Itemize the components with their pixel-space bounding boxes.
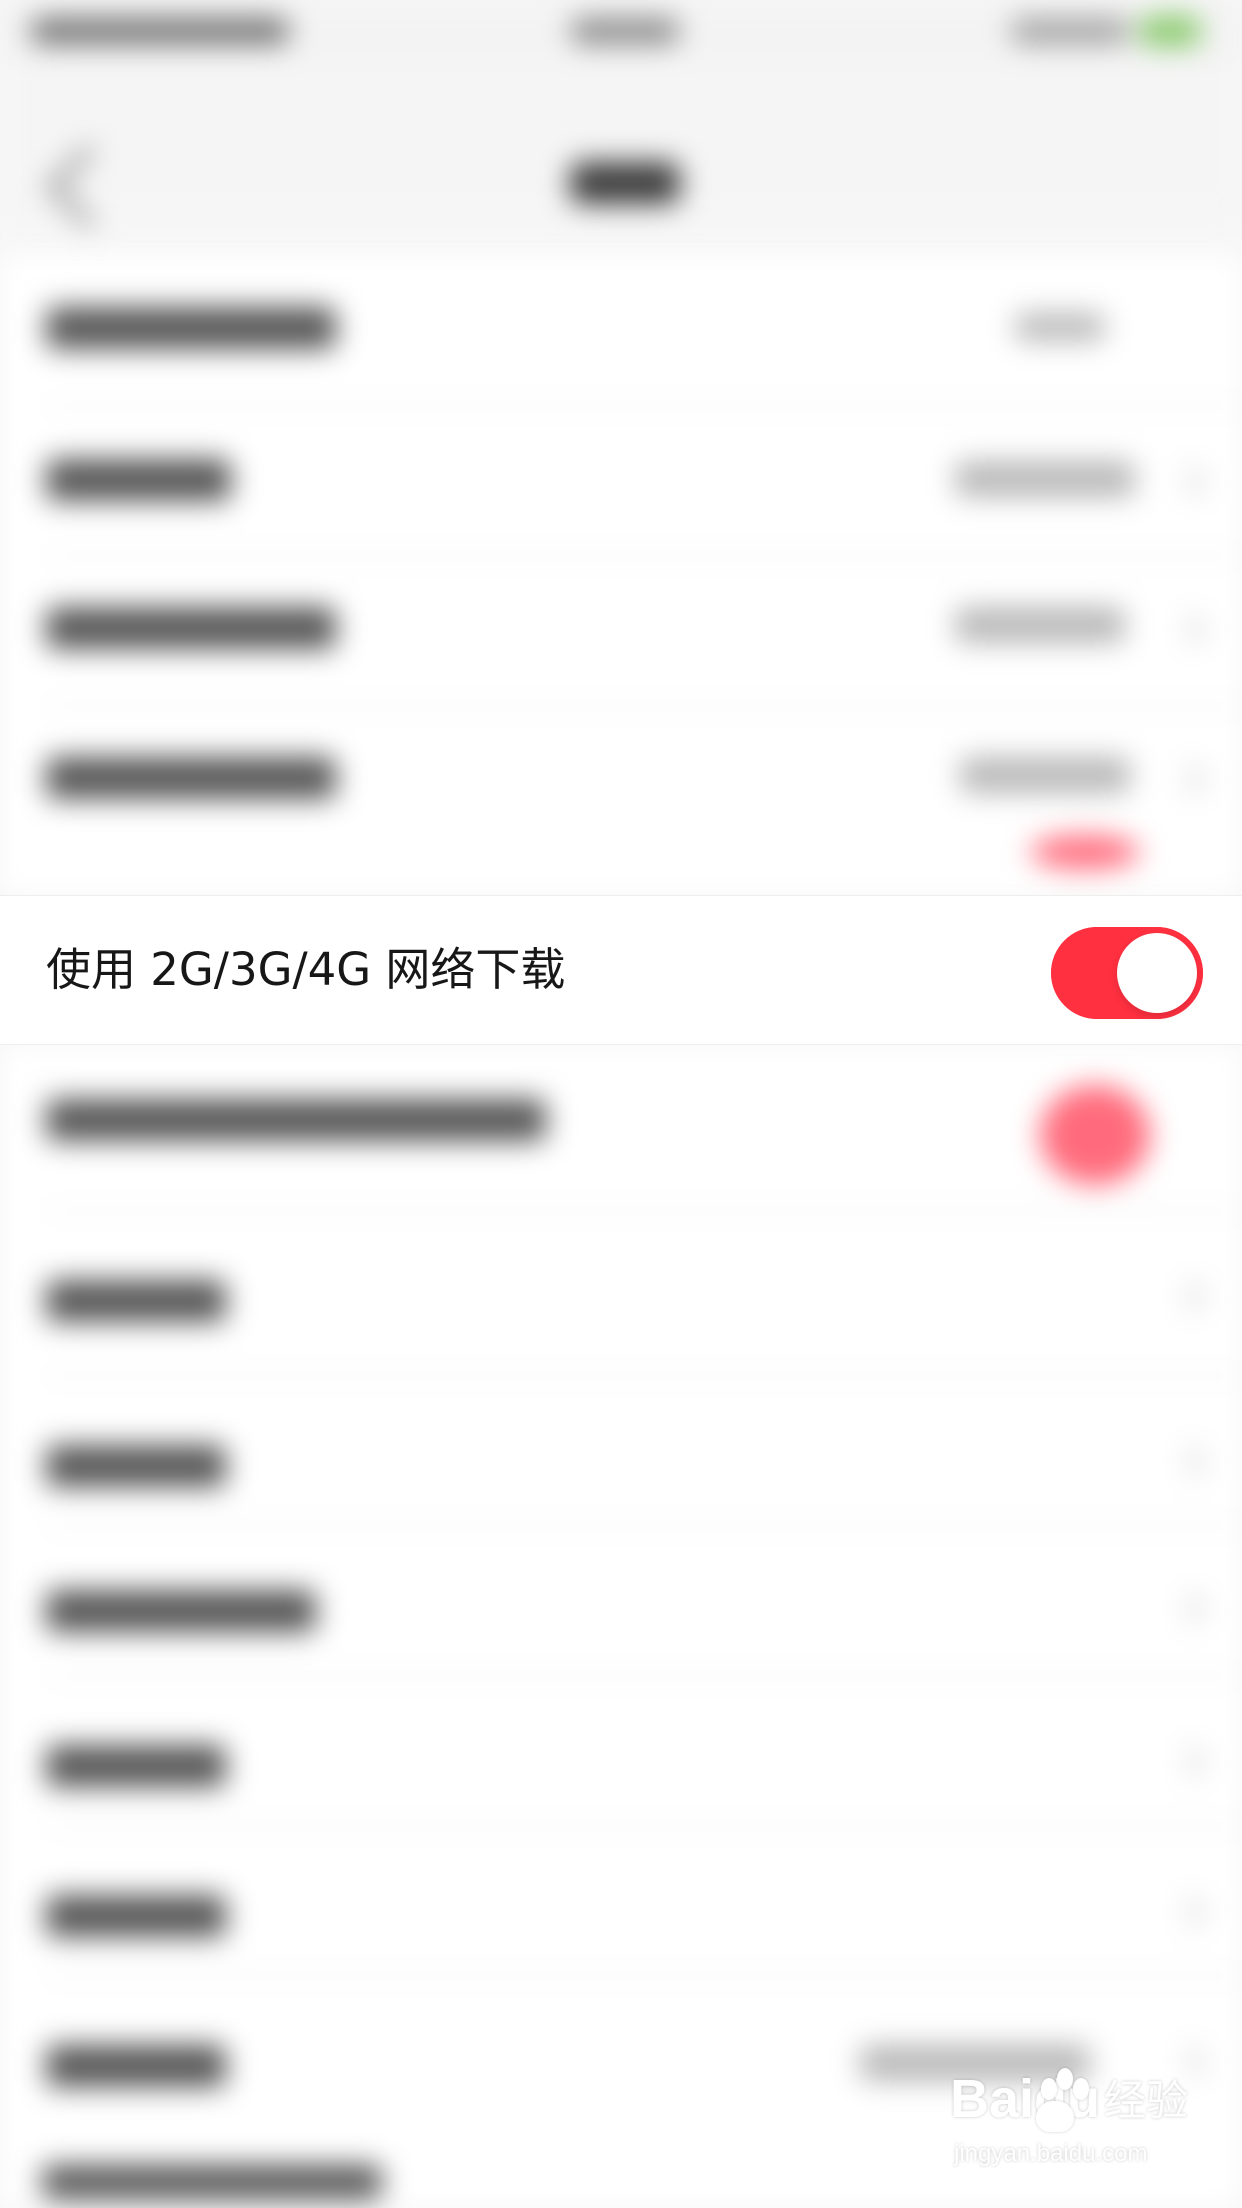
row-label xyxy=(46,1745,226,1787)
row-value xyxy=(1015,313,1105,341)
paw-icon xyxy=(1057,2068,1073,2090)
toggle-blur[interactable] xyxy=(1040,1085,1150,1185)
chevron-right-icon xyxy=(1173,1895,1206,1928)
settings-row[interactable] xyxy=(0,1375,1242,1525)
row-label xyxy=(46,1445,226,1487)
divider xyxy=(46,1525,1242,1527)
mobile-network-download-label: 使用 2G/3G/4G 网络下载 xyxy=(46,943,566,996)
divider xyxy=(46,1375,1242,1377)
divider xyxy=(46,705,1242,707)
status-right-info xyxy=(1010,18,1130,44)
row-input[interactable] xyxy=(330,453,890,525)
battery-icon xyxy=(1140,16,1200,46)
blurred-background xyxy=(0,0,1242,2208)
divider xyxy=(46,1975,1242,1977)
toggle-knob[interactable] xyxy=(1117,933,1197,1013)
divider xyxy=(46,405,1242,407)
chevron-right-icon xyxy=(1173,1745,1206,1778)
watermark-domain: jingyan.baidu.com xyxy=(954,2140,1148,2167)
row-label xyxy=(46,1280,226,1322)
chevron-right-icon xyxy=(1173,763,1206,796)
mobile-network-download-row[interactable]: 使用 2G/3G/4G 网络下载 xyxy=(0,895,1242,1045)
row-label xyxy=(42,2165,382,2199)
settings-section-bottom xyxy=(0,1045,1242,2208)
divider xyxy=(46,1825,1242,1827)
row-value xyxy=(955,461,1135,497)
watermark-chinese: 经验 xyxy=(1104,2076,1189,2125)
row-input[interactable] xyxy=(420,293,850,365)
back-arrow-icon[interactable] xyxy=(45,144,131,230)
chevron-right-icon xyxy=(1173,465,1206,498)
row-label xyxy=(46,1895,226,1937)
chevron-right-icon xyxy=(1173,1445,1206,1478)
settings-row[interactable] xyxy=(0,555,1242,705)
divider xyxy=(46,1210,1242,1212)
settings-row[interactable] xyxy=(0,255,1242,405)
row-label xyxy=(46,1099,546,1141)
chevron-right-icon xyxy=(1173,2045,1206,2078)
divider xyxy=(46,555,1242,557)
settings-row[interactable] xyxy=(0,1975,1242,2125)
navigation-bar xyxy=(0,62,1242,230)
divider xyxy=(46,1675,1242,1677)
settings-row[interactable] xyxy=(0,405,1242,555)
row-label xyxy=(46,2045,226,2087)
paw-icon xyxy=(1036,2101,1074,2132)
chevron-right-icon xyxy=(1173,1592,1206,1625)
settings-row[interactable] xyxy=(0,1675,1242,1825)
settings-row[interactable] xyxy=(0,705,1242,869)
row-label xyxy=(46,757,336,799)
row-label xyxy=(46,459,231,501)
settings-section-top xyxy=(0,255,1242,895)
settings-row[interactable] xyxy=(0,1045,1242,1195)
row-value xyxy=(955,607,1125,643)
toggle-glow xyxy=(1030,835,1140,869)
row-value xyxy=(960,757,1130,793)
paw-icon xyxy=(1073,2078,1089,2100)
settings-row[interactable] xyxy=(0,1825,1242,1975)
watermark: Baidu 经验 jingyan.baidu.com xyxy=(950,2068,1190,2188)
row-label xyxy=(46,607,336,649)
chevron-right-icon xyxy=(1173,1280,1206,1313)
page-title xyxy=(570,162,680,204)
row-label xyxy=(46,307,336,349)
status-left-info xyxy=(30,18,290,44)
settings-row[interactable] xyxy=(0,1210,1242,1360)
settings-row[interactable] xyxy=(0,1525,1242,1675)
status-time xyxy=(570,18,680,44)
chevron-right-icon xyxy=(1173,613,1206,646)
row-label xyxy=(46,1590,316,1632)
watermark-logo: Baidu xyxy=(950,2069,1101,2129)
row-value xyxy=(860,2045,1090,2081)
status-bar xyxy=(0,0,1242,62)
paw-icon xyxy=(1041,2078,1057,2100)
settings-screen: 使用 2G/3G/4G 网络下载 Baidu 经验 jingyan.baidu.… xyxy=(0,0,1242,2208)
mobile-network-download-toggle[interactable] xyxy=(1051,927,1203,1019)
